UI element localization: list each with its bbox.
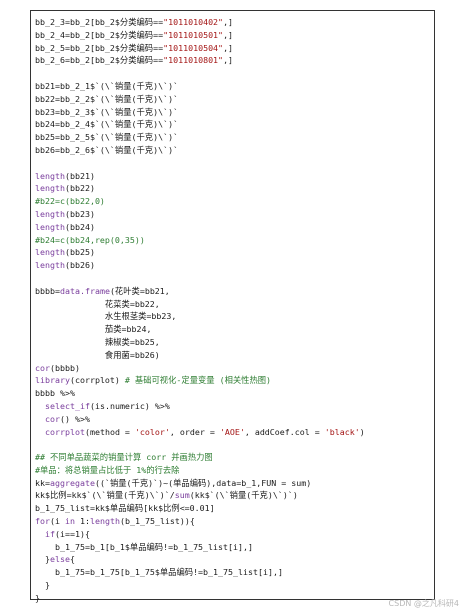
code-line: }else{	[35, 554, 75, 565]
code-line: 食用菌=bb26)	[35, 349, 160, 360]
code-line: bb_2_4=bb_2[bb_2$分类编码=="1011010501",]	[35, 29, 234, 40]
code-line: ## 不同单品蔬菜的销量计算 corr 并画热力图	[35, 452, 213, 463]
code-line: #单品：将总销量占比低于 1%的行去除	[35, 464, 180, 475]
code-line: ​	[35, 157, 432, 170]
code-line: select_if(is.numeric) %>%	[45, 400, 170, 411]
code-line: length(bb24)	[35, 221, 95, 232]
code-line: bb_2_6=bb_2[bb_2$分类编码=="1011010801",]	[35, 55, 234, 66]
code-line: bb_2_3=bb_2[bb_2$分类编码=="1011010402",]	[35, 17, 234, 27]
code-line: length(bb23)	[35, 208, 95, 219]
code-line: bbbb=data.frame(花叶类=bb21,	[35, 285, 170, 296]
code-line: library(corrplot) # 基础可视化-定量变量 (相关性热图)	[35, 375, 272, 386]
code-line: bb23=bb_2_3$`(\`销量(千克)\`)`	[35, 106, 179, 117]
code-line: bb25=bb_2_5$`(\`销量(千克)\`)`	[35, 132, 179, 143]
code-line: b_1_75_list=kk$单品编码[kk$比例<=0.01]	[35, 503, 215, 514]
code-line: #b22=c(bb22,0)	[35, 196, 105, 207]
code-line: ​	[35, 438, 432, 451]
code-line: for(i in 1:length(b_1_75_list)){	[35, 516, 195, 527]
code-line: #b24=c(bb24,rep(0,35))	[35, 234, 145, 245]
code-line: kk=aggregate((`销量(千克)`)~(单品编码),data=b_1,…	[35, 477, 312, 488]
code-line: corrplot(method = 'color', order = 'AOE'…	[45, 426, 365, 437]
watermark: CSDN @之凡科研4	[388, 599, 459, 608]
code-line: bb24=bb_2_4$`(\`销量(千克)\`)`	[35, 119, 179, 130]
code-line: 花菜类=bb22,	[35, 298, 160, 309]
code-line: ​	[35, 272, 432, 285]
code-line: if(i==1){	[45, 528, 90, 539]
code-line: length(bb21)	[35, 170, 95, 181]
code-line: length(bb25)	[35, 247, 95, 258]
code-line: length(bb22)	[35, 183, 95, 194]
code-line: }	[35, 580, 50, 591]
code-line: }	[35, 592, 40, 603]
code-line: bb22=bb_2_2$`(\`销量(千克)\`)`	[35, 93, 179, 104]
code-line: b_1_75=b_1_75[b_1_75$单品编码!=b_1_75_list[i…	[35, 567, 283, 578]
code-line: kk$比例=kk$`(\`销量(千克)\`)`/sum(kk$`(\`销量(千克…	[35, 490, 298, 501]
code-line: cor() %>%	[45, 413, 90, 424]
code-line: 水生根茎类=bb23,	[35, 311, 177, 322]
code-line: bb_2_5=bb_2[bb_2$分类编码=="1011010504",]	[35, 42, 234, 53]
code-line: bb26=bb_2_6$`(\`销量(千克)\`)`	[35, 144, 179, 155]
code-line: 茄类=bb24,	[35, 324, 152, 335]
code-content: bb_2_3=bb_2[bb_2$分类编码=="1011010402",] bb_…	[35, 16, 432, 605]
code-line: b_1_75=b_1[b_1$单品编码!=b_1_75_list[i],]	[35, 541, 254, 552]
code-line: 辣椒类=bb25,	[35, 336, 160, 347]
code-line: ​	[35, 67, 432, 80]
code-line: length(bb26)	[35, 260, 95, 271]
code-line: bb21=bb_2_1$`(\`销量(千克)\`)`	[35, 80, 179, 91]
code-line: cor(bbbb)	[35, 362, 80, 373]
code-line: bbbb %>%	[35, 388, 75, 399]
code-block: bb_2_3=bb_2[bb_2$分类编码=="1011010402",] bb_…	[30, 10, 435, 603]
